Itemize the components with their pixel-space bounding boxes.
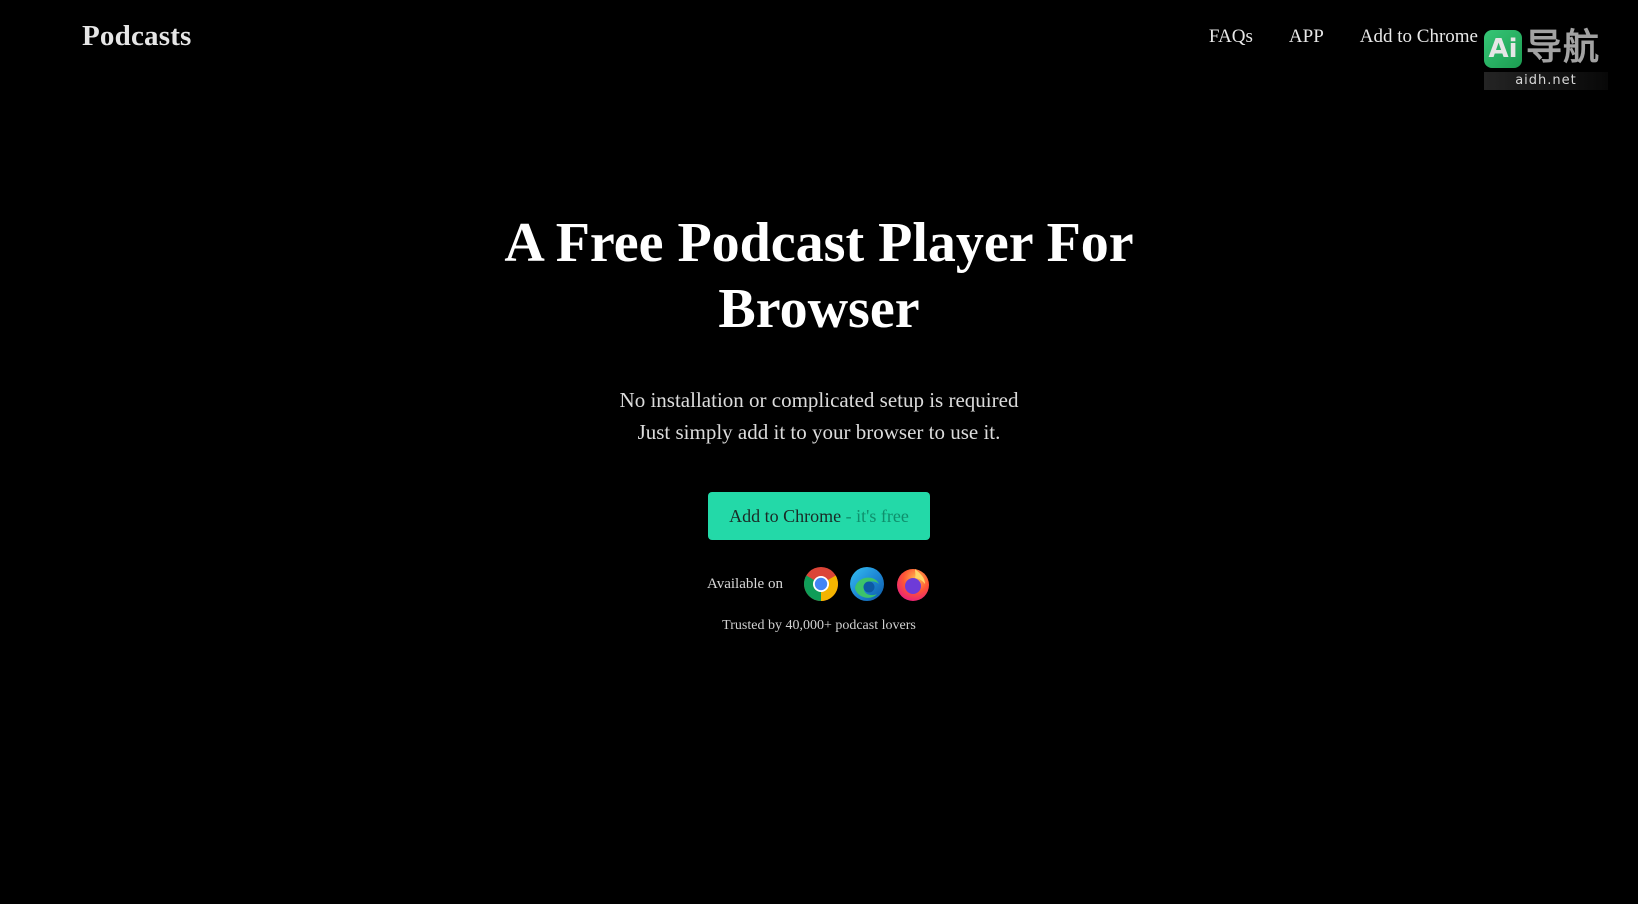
hero-subtitle-line2: Just simply add it to your browser to us…: [637, 420, 1001, 444]
hero-title-line1: A Free Podcast Player For: [504, 212, 1134, 274]
cta-main-label: Add to Chrome: [729, 506, 842, 526]
hero-section: A Free Podcast Player For Browser No ins…: [0, 210, 1638, 634]
add-to-chrome-button[interactable]: Add to Chrome - it's free: [708, 492, 930, 540]
available-on-row: Available on: [0, 566, 1638, 602]
hero-title-line2: Browser: [718, 278, 920, 340]
hero-subtitle-line1: No installation or complicated setup is …: [619, 388, 1019, 412]
firefox-icon[interactable]: [895, 566, 931, 602]
nav-link-add-to-chrome[interactable]: Add to Chrome: [1360, 26, 1478, 48]
watermark-text: 导航: [1526, 27, 1601, 68]
available-on-label: Available on: [707, 575, 783, 592]
watermark: Ai 导航 aidh.net: [1484, 28, 1608, 92]
hero-subtitle: No installation or complicated setup is …: [0, 384, 1638, 448]
nav-link-faqs[interactable]: FAQs: [1209, 26, 1253, 48]
watermark-badge: Ai: [1484, 30, 1522, 68]
cta-free-label: - it's free: [841, 506, 909, 526]
site-header: Podcasts FAQs APP Add to Chrome Ai 导航 ai…: [0, 0, 1638, 90]
trusted-by-text: Trusted by 40,000+ podcast lovers: [722, 618, 916, 633]
site-logo[interactable]: Podcasts: [82, 20, 192, 53]
nav-link-app[interactable]: APP: [1289, 26, 1324, 48]
top-nav: FAQs APP Add to Chrome: [1209, 26, 1478, 48]
edge-icon[interactable]: [849, 566, 885, 602]
watermark-url: aidh.net: [1484, 72, 1608, 90]
chrome-icon[interactable]: [803, 566, 839, 602]
hero-title: A Free Podcast Player For Browser: [439, 210, 1199, 342]
